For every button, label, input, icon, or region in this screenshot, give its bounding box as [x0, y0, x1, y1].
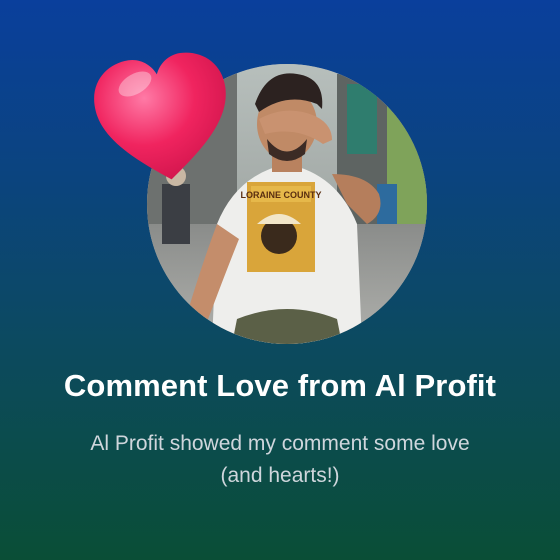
notification-title: Comment Love from Al Profit: [63, 368, 497, 403]
notification-subtitle: Al Profit showed my comment some love (a…: [40, 428, 520, 492]
subtitle-line-1: Al Profit showed my comment some love: [90, 432, 470, 455]
tshirt-print-text: LORAINE COUNTY: [241, 190, 322, 200]
heart-icon: [94, 52, 226, 180]
notification-card: LORAINE COUNTY Comment Love from Al Prof…: [0, 0, 560, 560]
subtitle-line-2: (and hearts!): [220, 464, 340, 487]
